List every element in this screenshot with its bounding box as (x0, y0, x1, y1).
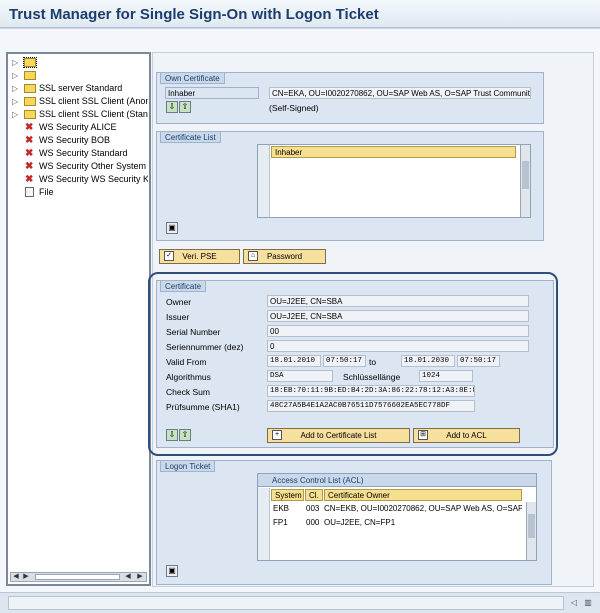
folder-icon (24, 110, 36, 119)
tree-item-ws-bob[interactable]: ✖ WS Security BOB (8, 134, 148, 147)
tree-item-ws-standard[interactable]: ✖ WS Security Standard (8, 147, 148, 160)
tree-item-ssl-client-std[interactable]: ▷ SSL client SSL Client (Standard) (8, 108, 148, 121)
acl-cell-system[interactable]: EKB (273, 502, 303, 515)
folder-icon (24, 84, 36, 93)
acl-cell-system[interactable]: FP1 (273, 516, 303, 529)
error-x-icon: ✖ (25, 135, 34, 146)
vertical-scrollbar[interactable] (520, 145, 530, 217)
tree-item-file[interactable]: File (8, 186, 148, 199)
tree-item-label: WS Security Standard (39, 148, 128, 158)
column-header-certificate-owner[interactable]: Certificate Owner (324, 489, 522, 501)
file-icon (25, 187, 34, 197)
expand-icon[interactable]: ▷ (12, 56, 20, 69)
tree-item-ws-other[interactable]: ✖ WS Security Other System E (8, 160, 148, 173)
tree-item-label: WS Security ALICE (39, 122, 117, 132)
scroll-thumb[interactable] (522, 161, 529, 189)
verify-icon: ✓ (164, 251, 174, 261)
tree-item-1[interactable]: ▷ (8, 69, 148, 82)
expand-icon[interactable]: ▷ (12, 108, 20, 121)
lock-icon: ⌂ (248, 251, 258, 261)
acl-cell-client[interactable]: 003 (306, 502, 322, 515)
title-bar: Trust Manager for Single Sign-On with Lo… (0, 0, 600, 28)
tree-item-ssl-client-anon[interactable]: ▷ SSL client SSL Client (Anonymous) (8, 95, 148, 108)
window-title: Trust Manager for Single Sign-On with Lo… (9, 6, 379, 23)
tree-item-label: WS Security WS Security Key (39, 174, 148, 184)
column-header-inhaber[interactable]: Inhaber (271, 146, 516, 158)
acl-title: Access Control List (ACL) (258, 474, 536, 487)
acl-cell-owner[interactable]: OU=J2EE, CN=FP1 (324, 516, 522, 529)
group-title: Certificate List (160, 131, 221, 143)
folder-icon (24, 71, 36, 80)
own-owner-field: CN=EKA, OU=I0020270862, OU=SAP Web AS, O… (269, 87, 531, 99)
error-x-icon: ✖ (25, 122, 34, 133)
error-x-icon: ✖ (25, 174, 34, 185)
tree-item-label: SSL client SSL Client (Standard) (39, 109, 148, 119)
vertical-scrollbar[interactable] (526, 502, 536, 560)
row-selector-column[interactable] (258, 145, 270, 217)
veri-pse-button[interactable]: ✓ Veri. PSE (159, 249, 240, 264)
acl-table[interactable]: Access Control List (ACL) System Cl. Cer… (257, 473, 537, 561)
expand-icon[interactable]: ▷ (12, 82, 20, 95)
error-x-icon: ✖ (25, 148, 34, 159)
tree-item-0[interactable]: ▷ (8, 56, 148, 69)
password-button[interactable]: ⌂ Password (243, 249, 326, 264)
tree-item-label: WS Security Other System E (39, 161, 148, 171)
expand-icon[interactable]: ▷ (12, 69, 20, 82)
row-selector-column[interactable] (258, 488, 270, 560)
certificate-list-table[interactable]: Inhaber (257, 144, 531, 218)
import-certificate-icon[interactable]: ⇩ (166, 101, 178, 113)
error-x-icon: ✖ (25, 161, 34, 172)
tree-item-ws-key[interactable]: ✖ WS Security WS Security Key (8, 173, 148, 186)
delete-icon[interactable]: ▣ (166, 222, 178, 234)
tree-item-label: WS Security BOB (39, 135, 111, 145)
acl-cell-owner[interactable]: CN=EKB, OU=I0020270862, OU=SAP Web AS, O… (324, 502, 522, 515)
status-prev-icon[interactable]: ◁ (568, 596, 580, 610)
tree-item-label: SSL server Standard (39, 83, 123, 93)
delete-icon[interactable]: ▣ (166, 565, 178, 577)
certificate-highlight-frame (148, 272, 558, 456)
logon-ticket-group: Logon Ticket Access Control List (ACL) S… (156, 460, 552, 585)
scroll-thumb[interactable] (35, 574, 120, 580)
owner-label: Inhaber (165, 87, 259, 99)
group-title: Logon Ticket (160, 460, 216, 472)
tree-item-label: SSL client SSL Client (Anonymous) (39, 96, 148, 106)
column-header-client[interactable]: Cl. (305, 489, 323, 501)
tree-item-ssl-server[interactable]: ▷ SSL server Standard (8, 82, 148, 95)
scroll-thumb[interactable] (528, 514, 535, 538)
scroll-right-icon[interactable]: ▶ (136, 573, 144, 581)
status-message-field (8, 596, 564, 610)
column-header-system[interactable]: System (271, 489, 304, 501)
certificate-list-group: Certificate List Inhaber ▣ (156, 131, 544, 241)
self-signed-label: (Self-Signed) (269, 103, 319, 113)
button-label: Password (266, 252, 303, 261)
own-certificate-group: Own Certificate Inhaber CN=EKA, OU=I0020… (156, 72, 544, 124)
expand-icon[interactable]: ▷ (12, 95, 20, 108)
status-bar: ◁ ▥ (0, 592, 600, 613)
group-title: Own Certificate (160, 72, 225, 84)
pse-tree[interactable]: ▷ ▷ ▷ SSL server Standard ▷ SSL client S… (6, 52, 151, 586)
folder-icon (24, 97, 36, 106)
scroll-left-icon[interactable]: ◀ (12, 573, 20, 581)
status-resize-icon[interactable]: ▥ (582, 596, 594, 610)
button-label: Veri. PSE (182, 252, 217, 261)
scroll-left-end-icon[interactable]: ◀ (124, 573, 132, 581)
tree-item-label: File (39, 187, 54, 197)
folder-icon (23, 57, 37, 68)
scroll-right-small-icon[interactable]: ▶ (22, 573, 30, 581)
tree-horizontal-scrollbar[interactable]: ◀ ▶ ◀ ▶ (10, 572, 147, 582)
tree-item-ws-alice[interactable]: ✖ WS Security ALICE (8, 121, 148, 134)
acl-cell-client[interactable]: 000 (306, 516, 322, 529)
export-certificate-icon[interactable]: ⇧ (179, 101, 191, 113)
